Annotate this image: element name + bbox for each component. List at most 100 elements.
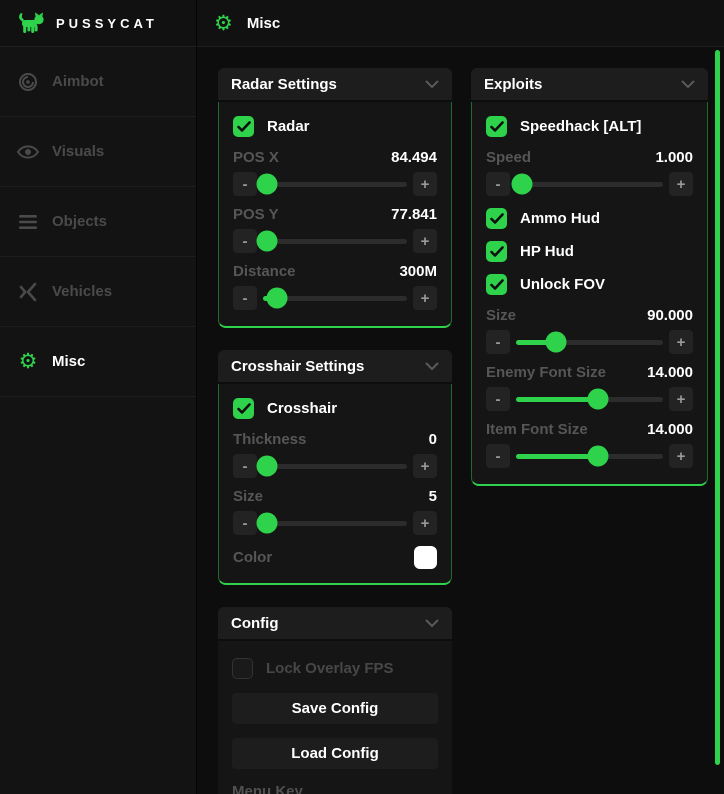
pos-x-decrement-button[interactable]: - — [233, 172, 257, 196]
speed-slider[interactable] — [516, 182, 663, 187]
sidebar-item-misc[interactable]: ⚙ Misc — [0, 327, 196, 397]
speed-increment-button[interactable]: + — [669, 172, 693, 196]
scrollbar-thumb[interactable] — [715, 50, 720, 765]
menu-key-label: Menu Key — [232, 783, 438, 794]
unlock-fov-checkbox[interactable] — [486, 274, 507, 295]
chevron-down-icon[interactable] — [681, 80, 695, 89]
pos-x-increment-button[interactable]: + — [413, 172, 437, 196]
config-header[interactable]: Config — [218, 607, 452, 639]
enemy-font-size-param: Enemy Font Size 14.000 - + — [486, 364, 693, 411]
vehicles-icon — [16, 280, 40, 304]
chevron-down-icon[interactable] — [425, 362, 439, 371]
distance-slider[interactable] — [263, 296, 407, 301]
radar-toggle[interactable]: Radar — [233, 116, 437, 137]
speedhack-toggle[interactable]: Speedhack [ALT] — [486, 116, 693, 137]
speed-value: 1.000 — [655, 149, 693, 166]
fov-size-increment-button[interactable]: + — [669, 330, 693, 354]
speed-slider-thumb[interactable] — [511, 174, 532, 195]
size-increment-button[interactable]: + — [413, 511, 437, 535]
fov-size-slider[interactable] — [516, 340, 663, 345]
thickness-slider-thumb[interactable] — [257, 456, 278, 477]
item-font-size-decrement-button[interactable]: - — [486, 444, 510, 468]
size-decrement-button[interactable]: - — [233, 511, 257, 535]
speedhack-checkbox[interactable] — [486, 116, 507, 137]
lock-overlay-fps-toggle[interactable]: Lock Overlay FPS — [232, 658, 438, 679]
eye-icon — [16, 140, 40, 164]
radar-settings-header[interactable]: Radar Settings — [218, 68, 452, 100]
sidebar: PUSSYCAT Aimbot Visuals — [0, 0, 197, 794]
sidebar-item-aimbot[interactable]: Aimbot — [0, 47, 196, 117]
sidebar-item-visuals[interactable]: Visuals — [0, 117, 196, 187]
pos-y-increment-button[interactable]: + — [413, 229, 437, 253]
distance-value: 300M — [399, 263, 437, 280]
fov-size-decrement-button[interactable]: - — [486, 330, 510, 354]
sidebar-item-vehicles[interactable]: Vehicles — [0, 257, 196, 327]
chevron-down-icon[interactable] — [425, 80, 439, 89]
enemy-font-size-slider[interactable] — [516, 397, 663, 402]
load-config-button[interactable]: Load Config — [232, 738, 438, 769]
panel-title: Exploits — [484, 76, 542, 93]
distance-param: Distance 300M - + — [233, 263, 437, 310]
item-font-size-slider-thumb[interactable] — [588, 446, 609, 467]
exploits-panel: Exploits Speedhack [ALT] — [471, 68, 708, 486]
pos-y-decrement-button[interactable]: - — [233, 229, 257, 253]
item-font-size-param: Item Font Size 14.000 - + — [486, 421, 693, 468]
speed-decrement-button[interactable]: - — [486, 172, 510, 196]
brand-logo: PUSSYCAT — [0, 0, 196, 47]
crosshair-settings-panel: Crosshair Settings Crosshair — [218, 350, 452, 585]
speedhack-toggle-label: Speedhack [ALT] — [520, 118, 641, 135]
size-slider-thumb[interactable] — [257, 513, 278, 534]
pos-y-slider-thumb[interactable] — [257, 231, 278, 252]
item-font-size-increment-button[interactable]: + — [669, 444, 693, 468]
lock-overlay-fps-checkbox[interactable] — [232, 658, 253, 679]
item-font-size-slider[interactable] — [516, 454, 663, 459]
distance-slider-thumb[interactable] — [267, 288, 288, 309]
exploits-header[interactable]: Exploits — [471, 68, 708, 100]
pos-x-slider[interactable] — [263, 182, 407, 187]
enemy-font-size-slider-thumb[interactable] — [588, 389, 609, 410]
pos-y-slider[interactable] — [263, 239, 407, 244]
fov-size-value: 90.000 — [647, 307, 693, 324]
pos-x-slider-thumb[interactable] — [257, 174, 278, 195]
crosshair-checkbox[interactable] — [233, 398, 254, 419]
enemy-font-size-decrement-button[interactable]: - — [486, 387, 510, 411]
speed-label: Speed — [486, 149, 531, 166]
sidebar-item-objects[interactable]: Objects — [0, 187, 196, 257]
radar-settings-panel: Radar Settings Radar — [218, 68, 452, 328]
color-swatch[interactable] — [414, 546, 437, 569]
size-label: Size — [233, 488, 263, 505]
cat-icon — [16, 12, 46, 35]
pos-x-label: POS X — [233, 149, 279, 166]
unlock-fov-toggle[interactable]: Unlock FOV — [486, 274, 693, 295]
item-font-size-value: 14.000 — [647, 421, 693, 438]
thickness-slider[interactable] — [263, 464, 407, 469]
fov-size-label: Size — [486, 307, 516, 324]
topbar: ⚙ Misc — [197, 0, 724, 47]
color-label: Color — [233, 549, 272, 566]
sidebar-item-label: Vehicles — [52, 283, 112, 300]
crosshair-toggle[interactable]: Crosshair — [233, 398, 437, 419]
left-column: Radar Settings Radar — [218, 68, 452, 794]
radar-toggle-label: Radar — [267, 118, 310, 135]
sidebar-item-label: Misc — [52, 353, 85, 370]
distance-label: Distance — [233, 263, 296, 280]
size-slider[interactable] — [263, 521, 407, 526]
hp-hud-checkbox[interactable] — [486, 241, 507, 262]
save-config-button[interactable]: Save Config — [232, 693, 438, 724]
radar-checkbox[interactable] — [233, 116, 254, 137]
page-title: Misc — [247, 15, 280, 32]
thickness-increment-button[interactable]: + — [413, 454, 437, 478]
crosshair-toggle-label: Crosshair — [267, 400, 337, 417]
ammo-hud-checkbox[interactable] — [486, 208, 507, 229]
ammo-hud-toggle[interactable]: Ammo Hud — [486, 208, 693, 229]
distance-increment-button[interactable]: + — [413, 286, 437, 310]
crosshair-settings-header[interactable]: Crosshair Settings — [218, 350, 452, 382]
thickness-param: Thickness 0 - + — [233, 431, 437, 478]
hp-hud-toggle[interactable]: HP Hud — [486, 241, 693, 262]
chevron-down-icon[interactable] — [425, 619, 439, 628]
distance-decrement-button[interactable]: - — [233, 286, 257, 310]
thickness-decrement-button[interactable]: - — [233, 454, 257, 478]
pos-y-param: POS Y 77.841 - + — [233, 206, 437, 253]
enemy-font-size-increment-button[interactable]: + — [669, 387, 693, 411]
fov-size-slider-thumb[interactable] — [545, 332, 566, 353]
